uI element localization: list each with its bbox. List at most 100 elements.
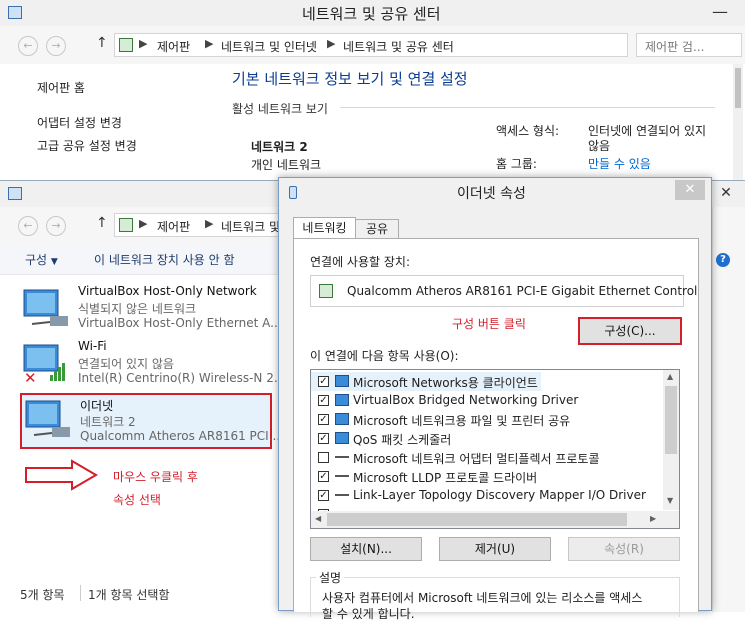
help-icon[interactable]: ? — [716, 253, 730, 267]
connections-navbar: ← → ↑ ▶ 제어판 ▶ 네트워크 및 인 — [0, 207, 295, 243]
breadcrumb-item[interactable]: 제어판 — [157, 218, 190, 235]
tab-panel: 연결에 사용할 장치: Qualcomm Atheros AR8161 PCI-… — [293, 238, 699, 621]
list-item[interactable]: ✓ QoS 패킷 스케줄러 — [311, 429, 663, 448]
up-arrow-icon[interactable]: ↑ — [96, 215, 108, 231]
organize-menu[interactable]: 구성 ▼ — [25, 251, 58, 268]
item-checkbox[interactable]: ✓ — [318, 376, 329, 387]
chevron-right-icon: ▶ — [139, 37, 148, 50]
homegroup-link[interactable]: 만들 수 있음 — [588, 155, 651, 172]
item-checkbox[interactable]: ✓ — [318, 395, 329, 406]
list-item[interactable]: ✓ VirtualBox Bridged Networking Driver — [311, 391, 663, 410]
back-button[interactable]: ← — [18, 36, 38, 56]
main-navbar: ← → ↑ ▶ 제어판 ▶ 네트워크 및 인터넷 ▶ 네트워크 및 공유 센터 … — [0, 26, 745, 64]
configure-button[interactable]: 구성(C)... — [578, 317, 682, 345]
properties-button: 속성(R) — [568, 537, 680, 561]
item-adapter: VirtualBox Host-Only Ethernet A... — [78, 316, 282, 330]
annotation-text: 마우스 우클릭 후 — [113, 470, 198, 484]
install-button[interactable]: 설치(N)... — [310, 537, 422, 561]
tab-networking[interactable]: 네트워킹 — [293, 217, 356, 239]
install-label: 설치(N)... — [340, 542, 392, 556]
tab-label: 공유 — [365, 222, 389, 236]
configure-label: 구성(C)... — [604, 324, 656, 338]
list-item[interactable]: ✓ Microsoft LLDP 프로토콜 드라이버 — [311, 467, 663, 486]
chevron-right-icon: ▶ — [327, 37, 336, 50]
scroll-right-icon[interactable]: ▶ — [650, 514, 656, 523]
sidebar-link-sharing[interactable]: 고급 공유 설정 변경 — [37, 137, 137, 154]
organize-label: 구성 — [25, 253, 48, 267]
disable-device-button[interactable]: 이 네트워크 장치 사용 안 함 — [94, 251, 235, 268]
file-sharing-icon — [335, 413, 349, 425]
page-title: 기본 네트워크 정보 보기 및 연결 설정 — [232, 70, 468, 88]
minimize-button[interactable]: — — [700, 2, 740, 22]
search-input[interactable]: 제어판 검... — [636, 33, 742, 57]
item-checkbox-unchecked[interactable] — [318, 452, 329, 463]
annotation-text: 속성 선택 — [113, 493, 161, 507]
item-label: Microsoft 네트워크용 파일 및 프린터 공유 — [353, 414, 571, 428]
forward-button[interactable]: → — [46, 36, 66, 56]
address-bar[interactable]: ▶ 제어판 ▶ 네트워크 및 인터넷 ▶ 네트워크 및 공유 센터 — [114, 33, 628, 57]
adapter-icon — [319, 284, 333, 298]
forward-button[interactable]: → — [46, 216, 66, 236]
list-item[interactable]: ✓ Microsoft Networks용 클라이언트 — [311, 372, 541, 391]
protocol-icon — [335, 456, 349, 458]
list-item[interactable]: ✓ Microsoft 네트워크용 파일 및 프린터 공유 — [311, 410, 663, 429]
item-name: VirtualBox Host-Only Network — [78, 284, 257, 298]
list-item[interactable]: ✓ Link-Layer Topology Discovery Mapper I… — [311, 486, 663, 505]
item-checkbox[interactable]: ✓ — [318, 414, 329, 425]
items-label: 이 연결에 다음 항목 사용(O): — [310, 349, 459, 363]
scroll-up-icon[interactable]: ▲ — [667, 372, 673, 381]
connect-using-label: 연결에 사용할 장치: — [310, 255, 410, 269]
tab-label: 네트워킹 — [302, 221, 347, 235]
description-text: 사용자 컴퓨터에서 Microsoft 네트워크에 있는 리소스를 액세스 — [322, 591, 643, 605]
list-item[interactable]: ✕ Wi-Fi 연결되어 있지 않음 Intel(R) Centrino(R) … — [22, 339, 285, 393]
list-item[interactable]: VirtualBox Host-Only Network 식별되지 않은 네트워… — [22, 284, 282, 338]
sidebar-link-home[interactable]: 제어판 홈 — [37, 79, 85, 96]
item-name: Wi-Fi — [78, 339, 107, 353]
item-status: 식별되지 않은 네트워크 — [78, 302, 197, 316]
dialog-title: 이더넷 속성 — [457, 186, 526, 202]
breadcrumb-item[interactable]: 제어판 — [157, 38, 190, 55]
breadcrumb-item[interactable]: 네트워크 및 인터넷 — [221, 38, 317, 55]
item-label: QoS 패킷 스케줄러 — [353, 433, 452, 447]
back-button[interactable]: ← — [18, 216, 38, 236]
up-arrow-icon[interactable]: ↑ — [96, 35, 108, 51]
close-icon[interactable]: ✕ — [712, 183, 740, 203]
access-type-label: 액세스 형식: — [496, 124, 560, 138]
scroll-left-icon[interactable]: ◀ — [315, 514, 321, 523]
status-divider — [80, 585, 81, 601]
breadcrumb-item[interactable]: 네트워크 및 공유 센터 — [343, 38, 454, 55]
window-title: 네트워크 및 공유 센터 — [302, 5, 441, 23]
scrollbar-thumb-h[interactable] — [327, 513, 627, 526]
list-item-selected[interactable]: 이더넷 네트워크 2 Qualcomm Atheros AR8161 PCI..… — [20, 393, 280, 449]
item-checkbox[interactable]: ✓ — [318, 490, 329, 501]
items-listbox[interactable]: ✓ Microsoft Networks용 클라이언트 ✓ VirtualBox… — [310, 369, 680, 529]
list-item[interactable]: Microsoft 네트워크 어댑터 멀티플렉서 프로토콜 — [311, 448, 663, 467]
description-text-cont: 할 수 있게 합니다. — [322, 607, 415, 621]
item-status: 네트워크 2 — [80, 415, 136, 429]
properties-label: 속성(R) — [604, 542, 644, 556]
annotation-text: 구성 버튼 클릭 — [452, 317, 526, 331]
tab-sharing[interactable]: 공유 — [356, 219, 399, 239]
address-bar[interactable]: ▶ 제어판 ▶ 네트워크 및 인 — [114, 213, 295, 237]
disconnected-icon: ✕ — [24, 369, 37, 387]
control-panel-icon — [119, 38, 133, 52]
uninstall-button[interactable]: 제거(U) — [439, 537, 551, 561]
qos-icon — [335, 432, 349, 444]
properties-dialog: 이더넷 속성 ✕ 네트워킹 공유 연결에 사용할 장치: Qualcomm At… — [278, 177, 712, 621]
network-driver-icon — [335, 394, 349, 406]
item-checkbox[interactable]: ✓ — [318, 433, 329, 444]
chevron-right-icon: ▶ — [139, 217, 148, 230]
sidebar-link-adapter[interactable]: 어댑터 설정 변경 — [37, 114, 122, 131]
item-checkbox[interactable]: ✓ — [318, 471, 329, 482]
network-type: 개인 네트워크 — [251, 158, 322, 172]
connections-app-icon — [8, 187, 22, 200]
scrollbar-thumb[interactable] — [735, 68, 741, 108]
scroll-corner — [663, 511, 679, 528]
scroll-down-icon[interactable]: ▼ — [667, 496, 673, 505]
network-adapter-icon — [23, 289, 68, 326]
close-button[interactable]: ✕ — [675, 180, 705, 200]
item-label: VirtualBox Bridged Networking Driver — [353, 393, 579, 407]
scrollbar-thumb[interactable] — [665, 386, 677, 454]
adapter-field: Qualcomm Atheros AR8161 PCI-E Gigabit Et… — [310, 275, 697, 307]
item-adapter: Intel(R) Centrino(R) Wireless-N 2... — [78, 371, 286, 385]
